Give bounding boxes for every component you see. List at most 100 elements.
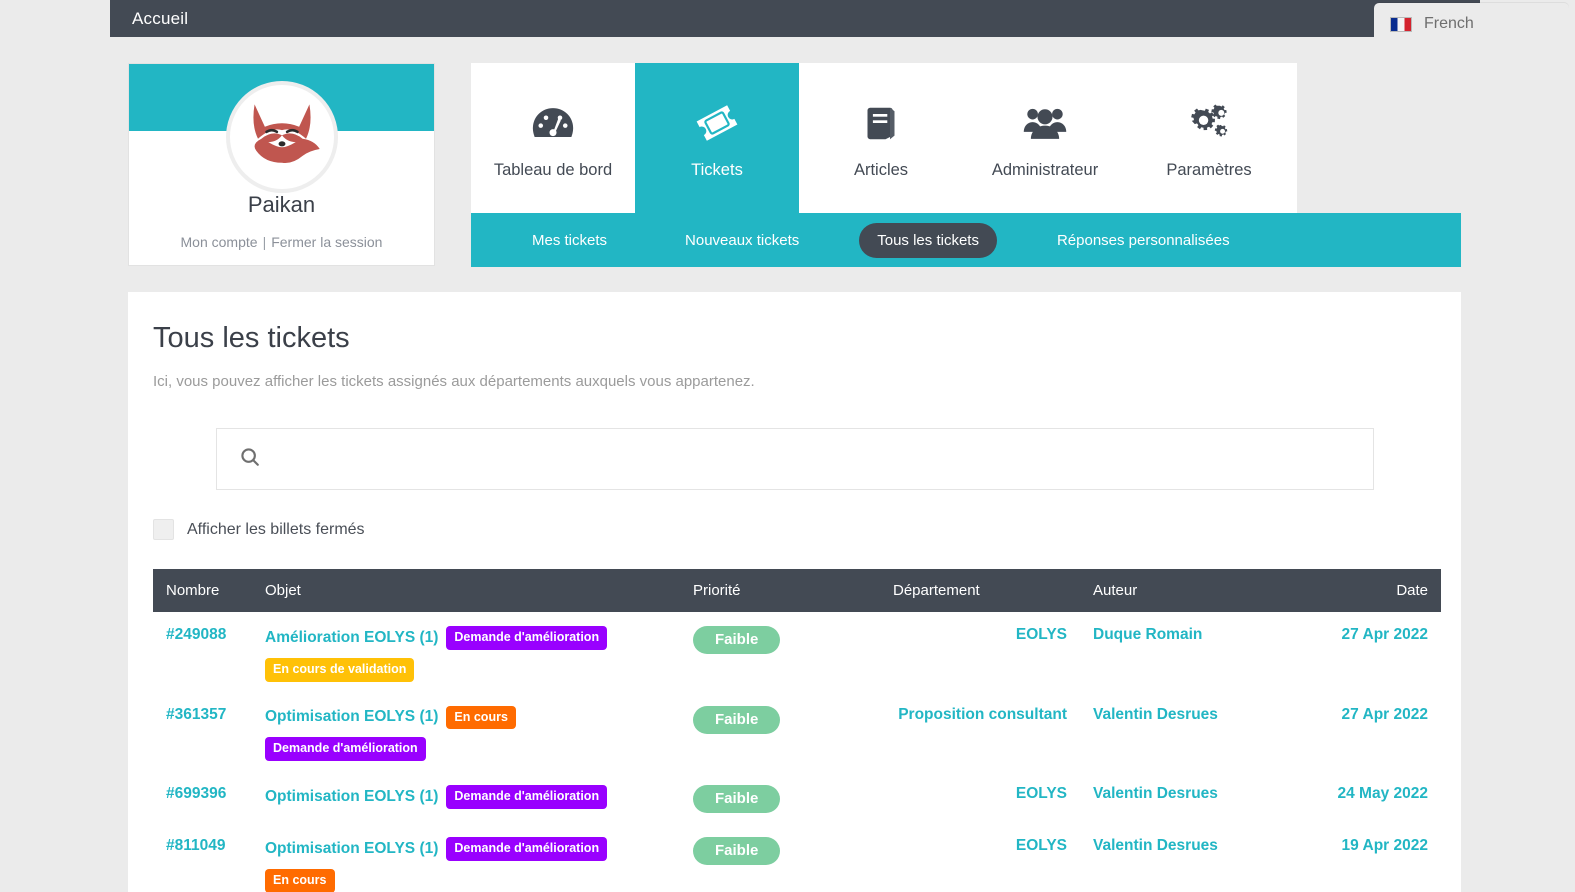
- ticket-priority-cell: Faible: [693, 612, 893, 692]
- ticket-author[interactable]: Valentin Desrues: [1093, 771, 1303, 823]
- profile-link-separator: |: [262, 234, 267, 250]
- nav-tile-settings-label: Paramètres: [1166, 160, 1252, 179]
- ticket-author[interactable]: Duque Romain: [1093, 612, 1303, 692]
- logout-link[interactable]: Fermer la session: [271, 234, 382, 250]
- language-label: French: [1424, 15, 1474, 32]
- language-selector[interactable]: French: [1374, 3, 1569, 45]
- profile-name: Paikan: [247, 192, 316, 217]
- table-row[interactable]: #699396 Optimisation EOLYS (1) Demande d'a…: [153, 771, 1441, 823]
- column-header-subject[interactable]: Objet: [265, 569, 693, 612]
- ticket-tag-badge[interactable]: Demande d'amélioration: [446, 626, 608, 650]
- ticket-subject[interactable]: Optimisation EOLYS (1): [265, 788, 438, 806]
- main-navigation: Tableau de bord Tickets Articles Adminis…: [471, 63, 1297, 213]
- ticket-subject[interactable]: Optimisation EOLYS (1): [265, 840, 438, 858]
- search-wrapper: [216, 428, 1374, 490]
- profile-links: Mon compte | Fermer la session: [129, 234, 434, 250]
- ticket-subject-cell: Optimisation EOLYS (1) En cours Demande d'…: [265, 692, 693, 772]
- show-closed-row: Afficher les billets fermés: [153, 519, 1461, 540]
- tickets-table: Nombre Objet Priorité Département Auteur…: [153, 569, 1441, 892]
- avatar[interactable]: [225, 81, 338, 193]
- priority-badge: Faible: [693, 626, 781, 654]
- users-icon: [1022, 97, 1068, 149]
- ticket-author[interactable]: Valentin Desrues: [1093, 823, 1303, 892]
- tickets-table-body: #249088 Amélioration EOLYS (1) Demande d'a…: [153, 612, 1441, 892]
- dashboard-gauge-icon: [532, 97, 574, 149]
- ticket-extra-tags: En cours: [265, 868, 693, 892]
- nav-tile-settings[interactable]: Paramètres: [1127, 63, 1291, 213]
- ticket-subject-line: Optimisation EOLYS (1) En cours: [265, 705, 693, 730]
- column-header-department[interactable]: Département: [893, 569, 1093, 612]
- ticket-tag-badge[interactable]: Demande d'amélioration: [265, 737, 426, 761]
- search-box[interactable]: [216, 428, 1374, 490]
- ticket-subject-cell: Optimisation EOLYS (1) Demande d'améliora…: [265, 771, 693, 823]
- search-icon: [239, 446, 261, 473]
- table-row[interactable]: #811049 Optimisation EOLYS (1) Demande d'a…: [153, 823, 1441, 892]
- ticket-tag-badge[interactable]: En cours de validation: [265, 657, 415, 682]
- gears-icon: [1187, 97, 1231, 149]
- ticket-priority-cell: Faible: [693, 823, 893, 892]
- ticket-department[interactable]: EOLYS: [893, 612, 1093, 692]
- ticket-date[interactable]: 27 Apr 2022: [1303, 612, 1441, 692]
- ticket-author[interactable]: Valentin Desrues: [1093, 692, 1303, 772]
- ticket-subject-line: Amélioration EOLYS (1) Demande d'améliora…: [265, 626, 693, 650]
- ticket-date[interactable]: 24 May 2022: [1303, 771, 1441, 823]
- ticket-priority-cell: Faible: [693, 692, 893, 772]
- home-breadcrumb[interactable]: Accueil: [132, 9, 188, 29]
- ticket-subject-line: Optimisation EOLYS (1) Demande d'améliora…: [265, 785, 693, 809]
- column-header-number[interactable]: Nombre: [153, 569, 265, 612]
- nav-tile-articles-label: Articles: [853, 160, 909, 179]
- show-closed-label: Afficher les billets fermés: [187, 520, 365, 538]
- french-flag-icon: [1390, 16, 1412, 32]
- show-closed-checkbox[interactable]: [153, 519, 174, 540]
- ticket-number[interactable]: #811049: [153, 823, 265, 892]
- ticket-icon: [695, 97, 739, 149]
- ticket-tag-badge[interactable]: En cours: [265, 868, 335, 892]
- ticket-tag-badge[interactable]: En cours: [446, 705, 516, 730]
- book-icon: [861, 97, 901, 149]
- ticket-priority-cell: Faible: [693, 771, 893, 823]
- search-input[interactable]: [277, 429, 1373, 489]
- ticket-subnavigation: Mes tickets Nouveaux tickets Tous les ti…: [471, 213, 1461, 267]
- table-row[interactable]: #361357 Optimisation EOLYS (1) En cours Dem…: [153, 692, 1441, 772]
- my-account-link[interactable]: Mon compte: [181, 234, 258, 250]
- nav-tile-administrator[interactable]: Administrateur: [963, 63, 1127, 213]
- profile-card: Paikan Mon compte | Fermer la session: [128, 63, 435, 266]
- page-gutter-left: [0, 0, 110, 892]
- ticket-subject-line: Optimisation EOLYS (1) Demande d'améliora…: [265, 837, 693, 861]
- subnav-item-new-tickets[interactable]: Nouveaux tickets: [667, 223, 817, 258]
- ticket-tag-badge[interactable]: Demande d'amélioration: [446, 785, 608, 809]
- ticket-department[interactable]: EOLYS: [893, 771, 1093, 823]
- ticket-extra-tags: Demande d'amélioration: [265, 737, 693, 761]
- ticket-department[interactable]: EOLYS: [893, 823, 1093, 892]
- fox-logo-icon: [252, 104, 320, 163]
- subnav-item-all-tickets[interactable]: Tous les tickets: [859, 222, 997, 258]
- ticket-department[interactable]: Proposition consultant: [893, 692, 1093, 772]
- subnav-item-my-tickets[interactable]: Mes tickets: [514, 223, 625, 258]
- top-bar: Accueil: [110, 0, 1480, 37]
- column-header-priority[interactable]: Priorité: [693, 569, 893, 612]
- tickets-table-header: Nombre Objet Priorité Département Auteur…: [153, 569, 1441, 612]
- ticket-extra-tags: En cours de validation: [265, 657, 693, 682]
- ticket-tag-badge[interactable]: Demande d'amélioration: [446, 837, 608, 861]
- column-header-date[interactable]: Date: [1303, 569, 1441, 612]
- ticket-date[interactable]: 19 Apr 2022: [1303, 823, 1441, 892]
- ticket-subject[interactable]: Optimisation EOLYS (1): [265, 708, 438, 726]
- nav-tile-tickets[interactable]: Tickets: [635, 63, 799, 213]
- ticket-number[interactable]: #361357: [153, 692, 265, 772]
- nav-tile-dashboard-label: Tableau de bord: [493, 160, 613, 179]
- ticket-number[interactable]: #699396: [153, 771, 265, 823]
- priority-badge: Faible: [693, 837, 781, 865]
- nav-tile-dashboard[interactable]: Tableau de bord: [471, 63, 635, 213]
- content-panel: Tous les tickets Ici, vous pouvez affich…: [128, 292, 1461, 892]
- column-header-author[interactable]: Auteur: [1093, 569, 1303, 612]
- ticket-date[interactable]: 27 Apr 2022: [1303, 692, 1441, 772]
- ticket-subject[interactable]: Amélioration EOLYS (1): [265, 629, 438, 647]
- page-gutter-right: [1480, 0, 1575, 892]
- nav-tile-articles[interactable]: Articles: [799, 63, 963, 213]
- subnav-item-canned-replies[interactable]: Réponses personnalisées: [1039, 223, 1248, 258]
- page-description: Ici, vous pouvez afficher les tickets as…: [153, 373, 755, 390]
- ticket-number[interactable]: #249088: [153, 612, 265, 692]
- table-row[interactable]: #249088 Amélioration EOLYS (1) Demande d'a…: [153, 612, 1441, 692]
- ticket-subject-cell: Amélioration EOLYS (1) Demande d'améliora…: [265, 612, 693, 692]
- page-title: Tous les tickets: [153, 322, 350, 354]
